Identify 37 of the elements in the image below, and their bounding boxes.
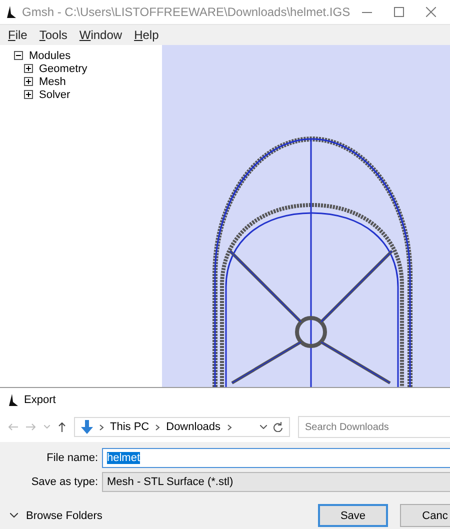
file-type-dropdown[interactable]: Mesh - STL Surface (*.stl) [102,472,450,492]
refresh-icon[interactable] [273,422,283,432]
menu-item[interactable]: Help [134,28,159,42]
close-icon[interactable] [426,7,436,17]
dialog-button[interactable]: Save [318,504,388,527]
search-field[interactable]: Search Downloads [298,416,450,438]
menu-item[interactable]: File [8,28,28,42]
expand-toggle[interactable] [24,64,33,73]
file-name-field[interactable]: helmet [102,448,450,468]
download-arrow-icon [81,420,93,434]
chevron-right-icon [155,424,160,430]
breadcrumb-item[interactable]: This PC [110,421,150,433]
tree-item[interactable]: Solver [39,88,70,100]
window-title: Gmsh - C:\Users\LISTOFFREEWARE\Downloads\helmet.IGS [22,5,352,19]
dialog-button[interactable]: Canc [400,504,450,527]
tree-item[interactable]: Mesh [39,76,66,88]
address-bar[interactable]: This PC Downloads [74,417,290,437]
maximize-icon[interactable] [394,7,404,17]
browse-folders-toggle[interactable]: Browse Folders [10,510,102,522]
app-logo-icon [8,394,18,406]
up-arrow-icon[interactable] [58,422,66,432]
field-label: Save as type: [30,476,98,488]
dialog-title: Export [24,394,56,406]
collapse-toggle[interactable] [14,51,23,60]
caret-icon [10,513,18,518]
dropdown-caret-icon[interactable] [260,425,267,429]
field-label: File name: [46,452,98,464]
tree-item[interactable]: Geometry [39,62,88,74]
breadcrumb-item[interactable]: Downloads [166,421,221,433]
chevron-right-icon [226,424,232,430]
menu-item[interactable]: Window [79,28,122,42]
expand-toggle[interactable] [24,77,33,86]
menu-item[interactable]: Tools [39,28,68,42]
app-logo-icon [6,6,16,18]
expand-toggle[interactable] [24,90,33,99]
tree-item[interactable]: Modules [29,50,71,62]
chevron-right-icon [99,424,104,430]
